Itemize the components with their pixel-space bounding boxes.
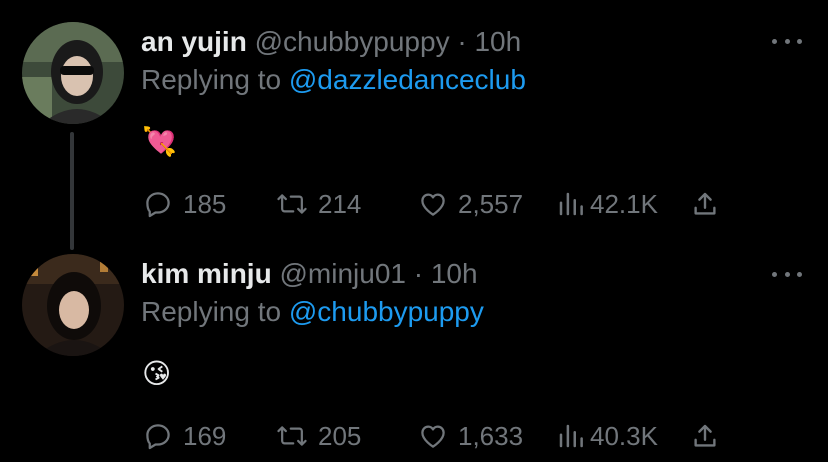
replying-to: Replying to @chubbypuppy	[141, 296, 484, 328]
heart-icon	[421, 193, 445, 216]
like-count: 1,633	[458, 420, 524, 451]
analytics-icon	[559, 424, 583, 448]
share-button[interactable]	[690, 184, 720, 224]
views-count: 40.3K	[590, 420, 658, 451]
timestamp[interactable]: 10h	[474, 26, 521, 57]
retweet-icon	[277, 194, 307, 214]
separator-dot: ·	[413, 258, 424, 289]
like-count: 2,557	[458, 188, 524, 219]
retweet-button[interactable]: 205	[276, 416, 361, 456]
action-bar: 169 205 1,633 40.3K	[0, 416, 828, 456]
analytics-icon	[559, 192, 583, 216]
share-icon	[694, 424, 716, 447]
like-button[interactable]: 2,557	[418, 184, 523, 224]
reply-count: 169	[183, 420, 227, 451]
display-name[interactable]: an yujin	[141, 26, 247, 57]
retweet-button[interactable]: 214	[276, 184, 361, 224]
separator-dot: ·	[457, 26, 467, 57]
reply-button[interactable]: 185	[143, 184, 226, 224]
avatar[interactable]	[22, 254, 124, 356]
replying-to-link[interactable]: @chubbypuppy	[289, 296, 484, 327]
views-button[interactable]: 40.3K	[556, 416, 658, 456]
views-button[interactable]: 42.1K	[556, 184, 658, 224]
share-icon	[694, 192, 716, 215]
like-button[interactable]: 1,633	[418, 416, 523, 456]
heart-icon	[421, 425, 445, 448]
retweet-icon	[277, 426, 307, 446]
views-count: 42.1K	[590, 188, 658, 219]
share-button[interactable]	[690, 416, 720, 456]
tweet-content: 💘	[142, 126, 177, 157]
tweet-header: an yujin @chubbypuppy · 10h	[141, 26, 521, 58]
user-handle[interactable]: @minju01	[279, 258, 405, 289]
reply-icon	[146, 424, 170, 450]
display-name[interactable]: kim minju	[141, 258, 272, 289]
reply-button[interactable]: 169	[143, 416, 226, 456]
more-options-icon[interactable]	[772, 32, 802, 50]
avatar[interactable]	[22, 22, 124, 124]
tweet-1[interactable]: an yujin @chubbypuppy · 10h Replying to …	[0, 0, 828, 240]
more-options-icon[interactable]	[772, 265, 802, 283]
replying-to-label: Replying to	[141, 296, 282, 327]
tweet-2[interactable]: kim minju @minju01 · 10h Replying to @ch…	[0, 240, 828, 462]
action-bar: 185 214 2,557 42.1K	[0, 184, 828, 224]
replying-to: Replying to @dazzledanceclub	[141, 64, 526, 96]
replying-to-link[interactable]: @dazzledanceclub	[289, 64, 526, 95]
retweet-count: 205	[318, 420, 362, 451]
retweet-count: 214	[318, 188, 362, 219]
tweet-header: kim minju @minju01 · 10h	[141, 258, 478, 290]
user-handle[interactable]: @chubbypuppy	[255, 26, 450, 57]
replying-to-label: Replying to	[141, 64, 282, 95]
reply-icon	[146, 192, 170, 218]
timestamp[interactable]: 10h	[431, 258, 478, 289]
reply-count: 185	[183, 188, 227, 219]
tweet-content: 😘	[142, 358, 172, 389]
